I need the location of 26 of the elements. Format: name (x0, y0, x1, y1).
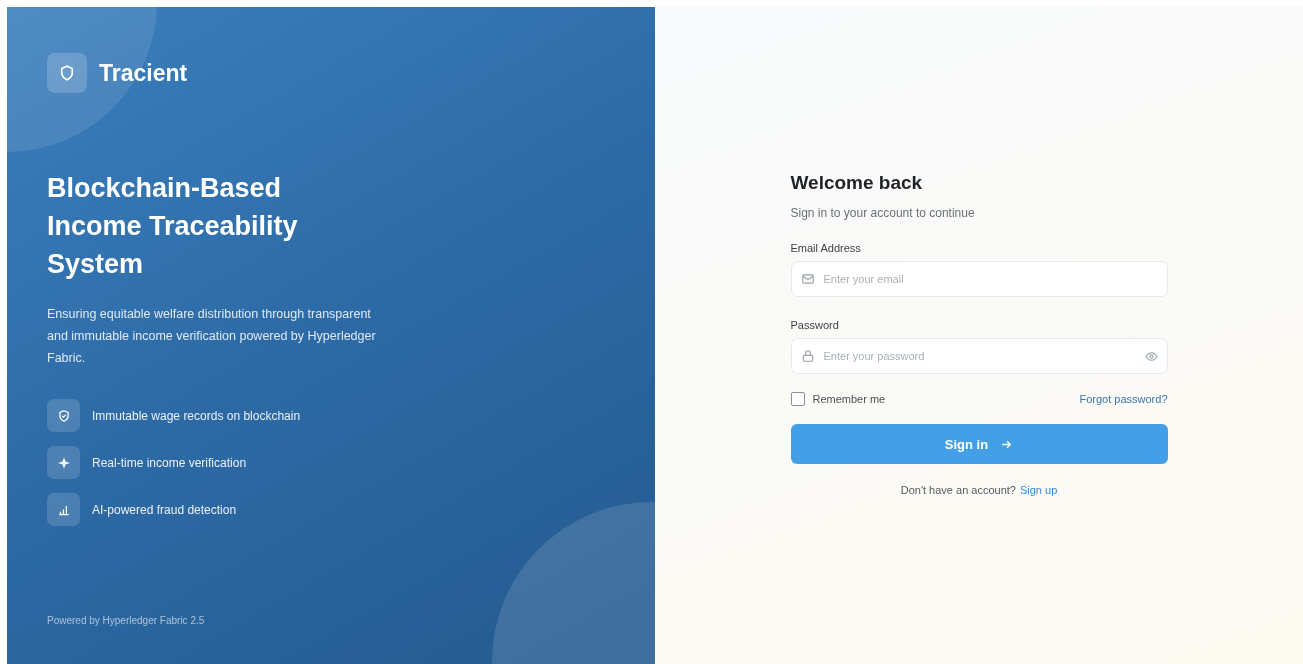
field-label: Email Address (790, 242, 862, 254)
shield-icon (47, 53, 87, 93)
field-label: Password (790, 319, 840, 331)
shield-icon (47, 399, 80, 432)
eye-icon[interactable] (1144, 349, 1158, 363)
sparkle-icon (47, 446, 80, 479)
sign-up-link[interactable]: Sign up (1019, 484, 1058, 496)
form-title: Welcome back (790, 172, 924, 194)
forgot-password-link[interactable]: Forgot password? (1079, 393, 1168, 405)
form-subtitle: Sign in to your account to continue (790, 206, 976, 220)
lock-icon (800, 349, 815, 363)
remember-label: Remember me (812, 393, 886, 405)
password-field[interactable]: Enter your password (790, 338, 1168, 374)
chart-icon (47, 493, 80, 526)
hero-title: Blockchain-Based Income Traceability System (47, 172, 299, 281)
brand-name: Tracient (99, 59, 188, 87)
footer-text: Powered by Hyperledger Fabric 2.5 (47, 615, 206, 626)
feature-text: Immutable wage records on blockchain (92, 408, 301, 423)
feature-text: Real-time income verification (92, 455, 247, 470)
sign-in-button[interactable]: Sign in (790, 424, 1168, 464)
hero-description: Ensuring equitable welfare distribution through transparent and immutable income verification powered by Hyperledger Fabric. (47, 306, 377, 367)
remember-checkbox[interactable] (790, 392, 805, 406)
email-field[interactable]: Enter your email (790, 261, 1168, 297)
mail-icon (800, 272, 815, 286)
feature-text: AI-powered fraud detection (92, 502, 237, 517)
signup-prompt: Don't have an account? (900, 484, 1016, 496)
